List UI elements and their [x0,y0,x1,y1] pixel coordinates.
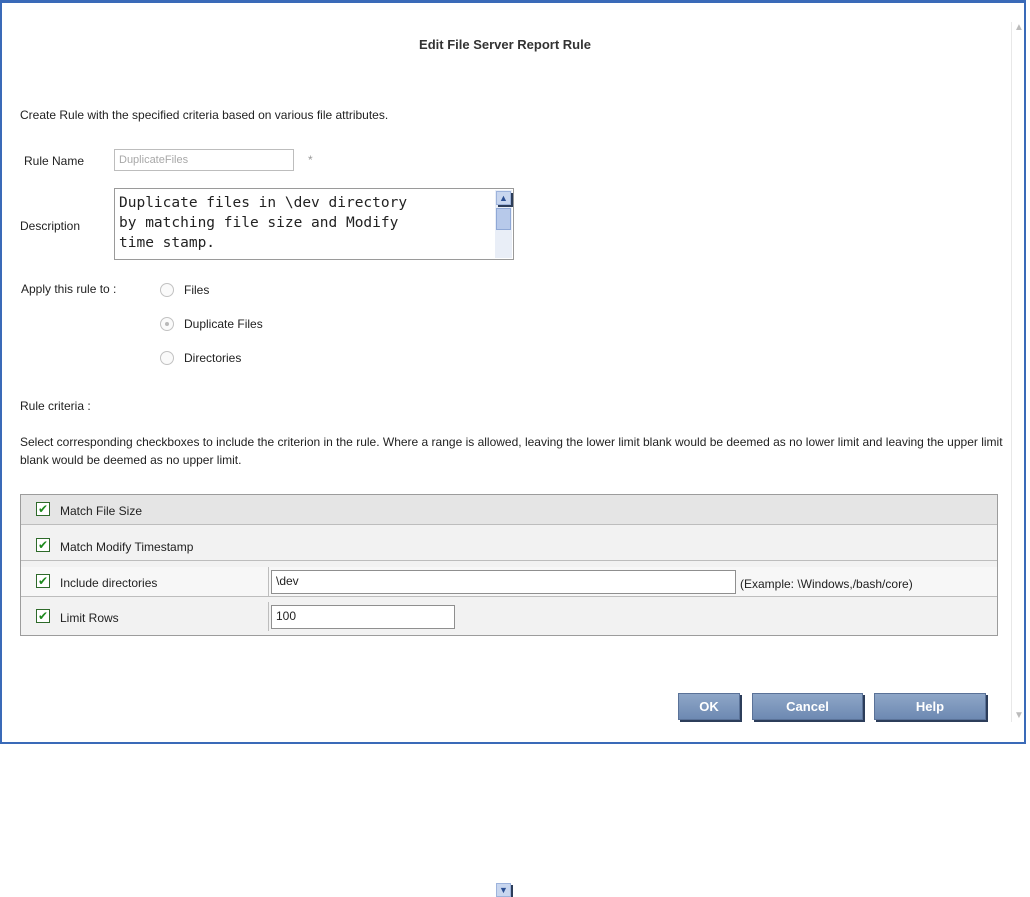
criteria-row-directories: ✔ Include directories \dev (Example: \Wi… [21,567,997,597]
criteria-row-timestamp: ✔ Match Modify Timestamp [21,531,997,561]
scroll-up-icon[interactable]: ▲ [1013,22,1025,34]
scroll-down-icon[interactable]: ▼ [496,883,511,897]
description-scrollbar[interactable]: ▲ ▼ [495,190,512,897]
dialog-title: Edit File Server Report Rule [419,37,591,52]
radio-files-label: Files [184,283,210,297]
radio-button[interactable] [160,351,174,365]
description-textarea[interactable]: Duplicate files in \dev directory by mat… [114,188,514,897]
limit-rows-input[interactable]: 100 [271,605,455,629]
limit-rows-checkbox[interactable]: ✔ [36,609,50,623]
match-file-size-checkbox[interactable]: ✔ [36,502,50,516]
cancel-button[interactable]: Cancel [752,693,863,720]
criteria-heading: Rule criteria : [20,399,91,413]
include-directories-label: Include directories [60,576,158,590]
radio-duplicate-files[interactable]: Duplicate Files [160,317,263,331]
include-directories-checkbox[interactable]: ✔ [36,574,50,588]
criteria-row-limit-rows: ✔ Limit Rows 100 [21,602,997,632]
column-divider [268,602,269,631]
radio-directories-label: Directories [184,351,242,365]
description-text[interactable]: Duplicate files in \dev directory by mat… [119,193,489,253]
rule-name-label: Rule Name [24,154,85,168]
match-timestamp-label: Match Modify Timestamp [60,540,194,554]
page-scrollbar[interactable]: ▲ ▼ [1011,22,1026,722]
radio-duplicate-files-label: Duplicate Files [184,317,263,331]
column-divider [268,567,269,596]
limit-rows-label: Limit Rows [60,611,119,625]
intro-text: Create Rule with the specified criteria … [20,108,389,122]
directories-example-text: (Example: \Windows,/bash/core) [740,577,913,591]
ok-button[interactable]: OK [678,693,740,720]
scroll-thumb[interactable] [496,208,511,230]
help-button[interactable]: Help [874,693,986,720]
radio-directories[interactable]: Directories [160,351,241,365]
required-marker: * [308,153,313,167]
scroll-down-icon[interactable]: ▼ [1013,710,1025,722]
match-file-size-label: Match File Size [60,504,143,518]
scroll-up-icon[interactable]: ▲ [496,191,511,205]
rule-name-input[interactable]: DuplicateFiles [114,149,294,171]
radio-files[interactable]: Files [160,283,209,297]
apply-to-label: Apply this rule to : [21,282,117,296]
description-label: Description [20,219,81,233]
radio-button-selected[interactable] [160,317,174,331]
radio-button[interactable] [160,283,174,297]
include-directories-input[interactable]: \dev [271,570,736,594]
criteria-row-file-size: ✔ Match File Size [21,495,997,525]
criteria-help-text: Select corresponding checkboxes to inclu… [20,435,1003,467]
match-timestamp-checkbox[interactable]: ✔ [36,538,50,552]
criteria-table: ✔ Match File Size ✔ Match Modify Timesta… [20,494,998,636]
